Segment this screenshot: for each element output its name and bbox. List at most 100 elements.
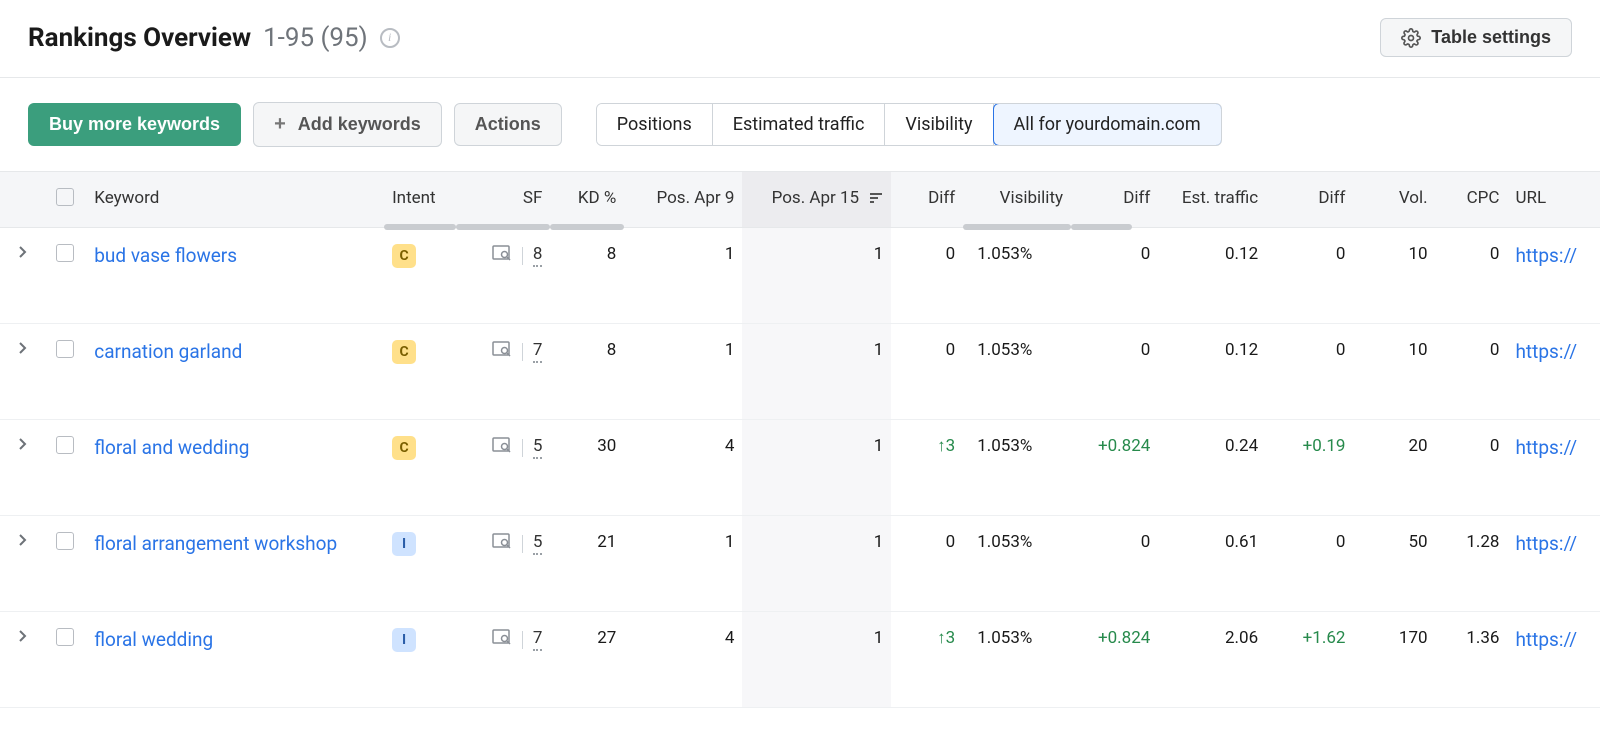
diff2-cell: +0.824 bbox=[1071, 612, 1158, 708]
url-link[interactable]: https:// bbox=[1515, 436, 1577, 459]
serp-features-icon[interactable] bbox=[492, 629, 512, 650]
volume-cell: 20 bbox=[1353, 420, 1435, 516]
row-checkbox[interactable] bbox=[56, 244, 74, 262]
est-traffic-cell: 0.24 bbox=[1158, 420, 1266, 516]
segment-positions[interactable]: Positions bbox=[597, 104, 713, 145]
pos2-cell: 1 bbox=[742, 420, 891, 516]
col-est-traffic[interactable]: Est. traffic bbox=[1158, 172, 1266, 228]
kd-cell: 21 bbox=[550, 516, 624, 612]
col-intent[interactable]: Intent bbox=[384, 172, 456, 228]
url-link[interactable]: https:// bbox=[1515, 244, 1577, 267]
toolbar: Buy more keywords + Add keywords Actions… bbox=[0, 78, 1600, 171]
plus-icon: + bbox=[274, 113, 286, 136]
sf-count[interactable]: 7 bbox=[533, 340, 543, 363]
keyword-link[interactable]: floral wedding bbox=[94, 628, 213, 651]
segment-visibility[interactable]: Visibility bbox=[885, 104, 993, 145]
cpc-cell: 1.36 bbox=[1436, 612, 1508, 708]
col-pos1[interactable]: Pos. Apr 9 bbox=[624, 172, 742, 228]
url-link[interactable]: https:// bbox=[1515, 532, 1577, 555]
pos1-cell: 4 bbox=[624, 612, 742, 708]
sort-icon bbox=[869, 189, 883, 209]
col-kd[interactable]: KD % bbox=[550, 172, 624, 228]
diff1-cell: ↑3 bbox=[891, 420, 963, 516]
est-traffic-cell: 0.12 bbox=[1158, 324, 1266, 420]
diff1-cell: 0 bbox=[891, 516, 963, 612]
add-keywords-button[interactable]: + Add keywords bbox=[253, 102, 442, 147]
expand-row-icon[interactable] bbox=[17, 340, 27, 360]
intent-badge: C bbox=[392, 340, 416, 364]
expand-row-icon[interactable] bbox=[17, 628, 27, 648]
keyword-link[interactable]: floral arrangement workshop bbox=[94, 532, 337, 555]
col-diff-2[interactable]: Diff bbox=[1071, 172, 1158, 228]
col-cpc[interactable]: CPC bbox=[1436, 172, 1508, 228]
table-row: floral arrangement workshopI5211101.053%… bbox=[0, 516, 1600, 612]
keyword-link[interactable]: bud vase flowers bbox=[94, 244, 237, 267]
col-pos2[interactable]: Pos. Apr 15 bbox=[742, 172, 891, 228]
pos2-cell: 1 bbox=[742, 228, 891, 324]
row-checkbox[interactable] bbox=[56, 628, 74, 646]
intent-badge: I bbox=[392, 628, 416, 652]
visibility-cell: 1.053% bbox=[963, 516, 1071, 612]
segment-estimated-traffic[interactable]: Estimated traffic bbox=[713, 104, 886, 145]
pos2-cell: 1 bbox=[742, 612, 891, 708]
actions-label: Actions bbox=[475, 114, 541, 135]
sf-count[interactable]: 8 bbox=[533, 244, 543, 267]
buy-keywords-label: Buy more keywords bbox=[49, 114, 220, 135]
segment-all-for-domain[interactable]: All for yourdomain.com bbox=[993, 103, 1222, 146]
rankings-table: Keyword Intent SF KD % Pos. Apr 9 Pos. A… bbox=[0, 171, 1600, 708]
diff1-cell: 0 bbox=[891, 228, 963, 324]
col-diff-3[interactable]: Diff bbox=[1266, 172, 1353, 228]
info-icon[interactable]: i bbox=[380, 28, 400, 48]
col-visibility[interactable]: Visibility bbox=[963, 172, 1071, 228]
table-settings-button[interactable]: Table settings bbox=[1380, 18, 1572, 57]
diff3-cell: +0.19 bbox=[1266, 420, 1353, 516]
diff1-cell: 0 bbox=[891, 324, 963, 420]
kd-cell: 30 bbox=[550, 420, 624, 516]
visibility-cell: 1.053% bbox=[963, 324, 1071, 420]
page-range: 1-95 (95) bbox=[263, 23, 368, 53]
volume-cell: 50 bbox=[1353, 516, 1435, 612]
diff2-cell: 0 bbox=[1071, 228, 1158, 324]
add-keywords-label: Add keywords bbox=[298, 114, 421, 135]
row-checkbox[interactable] bbox=[56, 340, 74, 358]
actions-button[interactable]: Actions bbox=[454, 103, 562, 146]
expand-row-icon[interactable] bbox=[17, 532, 27, 552]
col-keyword[interactable]: Keyword bbox=[86, 172, 384, 228]
diff3-cell: 0 bbox=[1266, 516, 1353, 612]
sf-count[interactable]: 5 bbox=[533, 436, 543, 459]
keyword-link[interactable]: floral and wedding bbox=[94, 436, 249, 459]
sf-count[interactable]: 5 bbox=[533, 532, 543, 555]
col-url[interactable]: URL bbox=[1507, 172, 1600, 228]
gear-icon bbox=[1401, 28, 1421, 48]
expand-row-icon[interactable] bbox=[17, 436, 27, 456]
page-header: Rankings Overview 1-95 (95) i Table sett… bbox=[0, 0, 1600, 78]
intent-badge: C bbox=[392, 436, 416, 460]
visibility-cell: 1.053% bbox=[963, 420, 1071, 516]
diff1-cell: ↑3 bbox=[891, 612, 963, 708]
url-link[interactable]: https:// bbox=[1515, 628, 1577, 651]
table-settings-label: Table settings bbox=[1431, 27, 1551, 48]
pos2-cell: 1 bbox=[742, 324, 891, 420]
col-volume[interactable]: Vol. bbox=[1353, 172, 1435, 228]
expand-row-icon[interactable] bbox=[17, 244, 27, 264]
url-link[interactable]: https:// bbox=[1515, 340, 1577, 363]
kd-cell: 27 bbox=[550, 612, 624, 708]
table-row: floral weddingI72741↑31.053%+0.8242.06+1… bbox=[0, 612, 1600, 708]
pos1-cell: 4 bbox=[624, 420, 742, 516]
serp-features-icon[interactable] bbox=[492, 341, 512, 362]
serp-features-icon[interactable] bbox=[492, 533, 512, 554]
intent-badge: C bbox=[392, 244, 416, 268]
row-checkbox[interactable] bbox=[56, 436, 74, 454]
serp-features-icon[interactable] bbox=[492, 245, 512, 266]
select-all-checkbox[interactable] bbox=[56, 188, 74, 206]
col-sf[interactable]: SF bbox=[456, 172, 550, 228]
serp-features-icon[interactable] bbox=[492, 437, 512, 458]
col-diff-1[interactable]: Diff bbox=[891, 172, 963, 228]
diff2-cell: 0 bbox=[1071, 516, 1158, 612]
buy-keywords-button[interactable]: Buy more keywords bbox=[28, 103, 241, 146]
row-checkbox[interactable] bbox=[56, 532, 74, 550]
keyword-link[interactable]: carnation garland bbox=[94, 340, 242, 363]
diff3-cell: +1.62 bbox=[1266, 612, 1353, 708]
sf-count[interactable]: 7 bbox=[533, 628, 543, 651]
kd-cell: 8 bbox=[550, 324, 624, 420]
